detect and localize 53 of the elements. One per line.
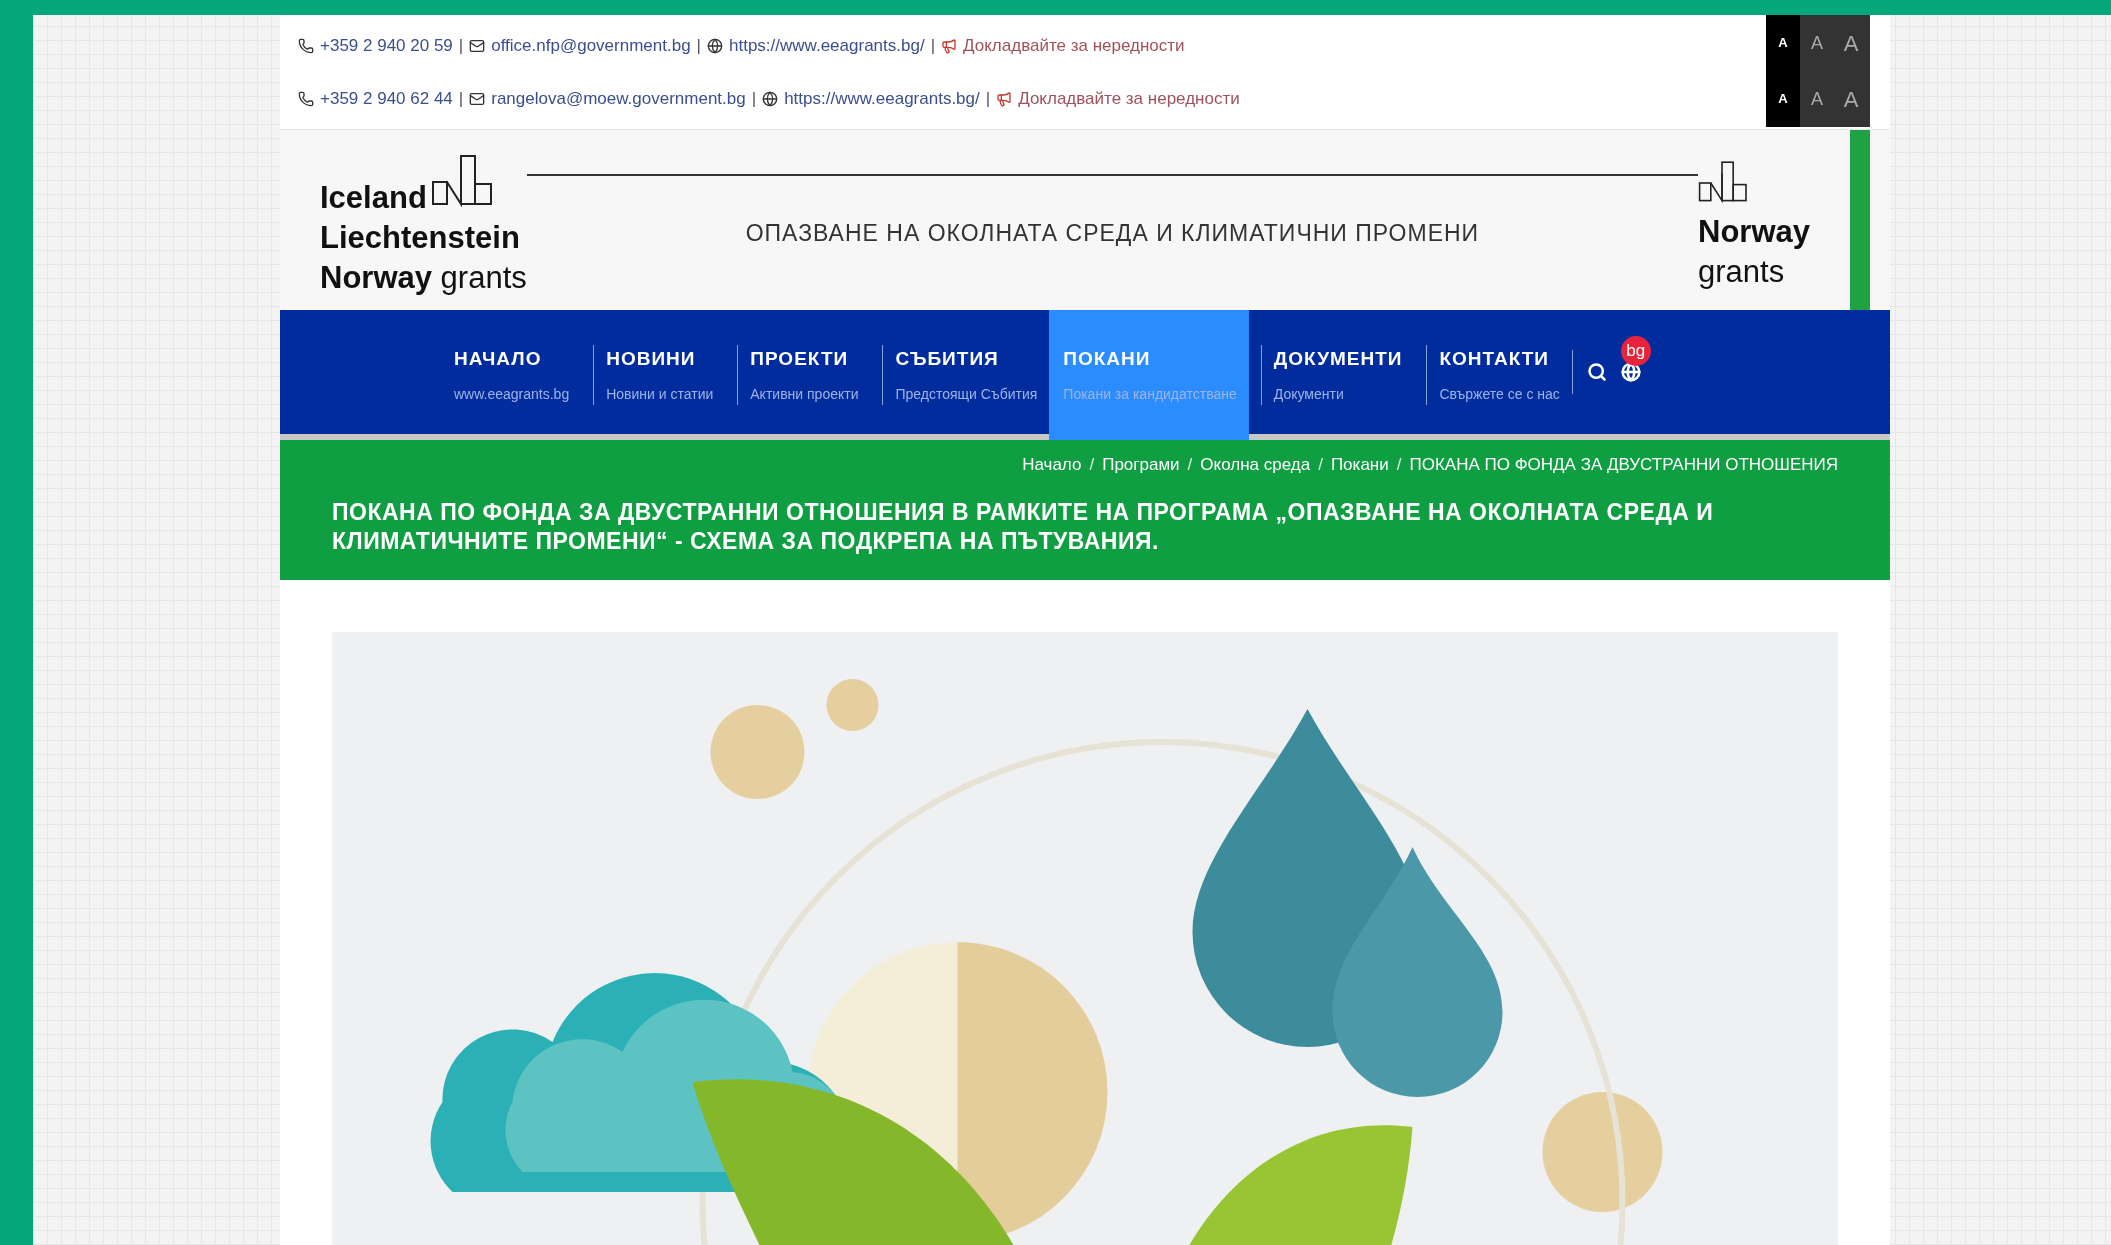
font-size-button[interactable]: A	[1766, 71, 1800, 127]
breadcrumb-link[interactable]: Програми	[1102, 452, 1180, 478]
page-title: ПОКАНА ПО ФОНДА ЗА ДВУСТРАННИ ОТНОШЕНИЯ В РАМКИТЕ НА ПРОГРАМА „ОПАЗВАНЕ НА ОКОЛНАТА СРЕДА И КЛИМАТИЧНИТЕ ПРОМЕНИ“ - СХЕМА ЗА ПОДКРЕПА НА ПЪТУВАНИЯ.	[332, 497, 1715, 556]
separator-text: /	[1089, 454, 1095, 476]
website-link[interactable]: https://www.eeagrants.bg/	[784, 85, 980, 112]
phone-icon	[298, 90, 314, 107]
megaphone-icon	[996, 90, 1013, 107]
separator-text: /	[1396, 454, 1402, 476]
search-icon[interactable]	[1586, 362, 1607, 382]
separator-text: |	[985, 87, 991, 110]
globe-icon[interactable]	[1620, 362, 1641, 382]
globe-icon	[707, 37, 723, 54]
nav-item[interactable]: ДОКУМЕНТИ Документи	[1248, 310, 1415, 440]
mail-icon	[469, 90, 486, 107]
font-size-button[interactable]: A	[1800, 71, 1834, 127]
separator-text: |	[458, 87, 464, 110]
breadcrumb-link[interactable]: Начало	[1022, 452, 1082, 478]
logo-text: Norway	[1698, 213, 1810, 251]
font-size-button[interactable]: A	[1834, 15, 1868, 71]
separator-text: /	[1318, 454, 1323, 476]
font-size-button[interactable]: A	[1800, 15, 1834, 71]
separator-text: |	[458, 34, 464, 57]
report-link[interactable]: Докладвайте за нередности	[1018, 85, 1240, 112]
phone-number: +359 2 940 62 44	[320, 87, 453, 110]
font-size-button[interactable]: A	[1834, 71, 1868, 127]
logo-text: Liechtenstein	[320, 219, 521, 257]
email-link[interactable]: rangelova@moew.government.bg	[491, 85, 746, 112]
phone-icon	[298, 37, 314, 54]
mail-icon	[469, 37, 486, 54]
nav-item[interactable]: НАЧАЛО www.eeagrants.bg	[440, 310, 582, 440]
megaphone-icon	[941, 37, 958, 54]
breadcrumb-link[interactable]: Покани	[1330, 452, 1389, 478]
breadcrumb-link[interactable]: Околна среда	[1200, 452, 1311, 478]
logo-text: Iceland	[320, 179, 427, 217]
nav-item[interactable]: СЪБИТИЯ Предстоящи Събития	[870, 310, 1050, 440]
language-badge[interactable]: bg	[1620, 336, 1651, 366]
separator-text: |	[696, 34, 701, 57]
logo-text: grants	[1698, 253, 1785, 291]
globe-icon	[762, 90, 779, 107]
nav-item[interactable]: НОВИНИ Новини и статии	[581, 310, 726, 440]
email-link[interactable]: office.nfp@government.bg	[491, 32, 691, 59]
report-link[interactable]: Докладвайте за нередности	[963, 32, 1185, 59]
breadcrumb-current: ПОКАНА ПО ФОНДА ЗА ДВУСТРАННИ ОТНОШЕНИЯ	[1409, 454, 1838, 476]
font-size-button[interactable]: A	[1766, 15, 1800, 71]
nav-item[interactable]: КОНТАКТИ Свържете се с нас	[1414, 310, 1572, 440]
header-tagline: ОПАЗВАНЕ НА ОКОЛНАТА СРЕДА И КЛИМАТИЧНИ ПРОМЕНИ	[744, 218, 1481, 248]
separator-text: |	[930, 34, 936, 57]
separator-text: /	[1187, 454, 1193, 476]
logo-text: Norway grants	[320, 259, 527, 297]
nav-item[interactable]: ПРОЕКТИ Активни проекти	[725, 310, 871, 440]
separator-text: |	[751, 87, 757, 110]
website-link[interactable]: https://www.eeagrants.bg/	[729, 32, 925, 59]
phone-number: +359 2 940 20 59	[320, 34, 453, 57]
